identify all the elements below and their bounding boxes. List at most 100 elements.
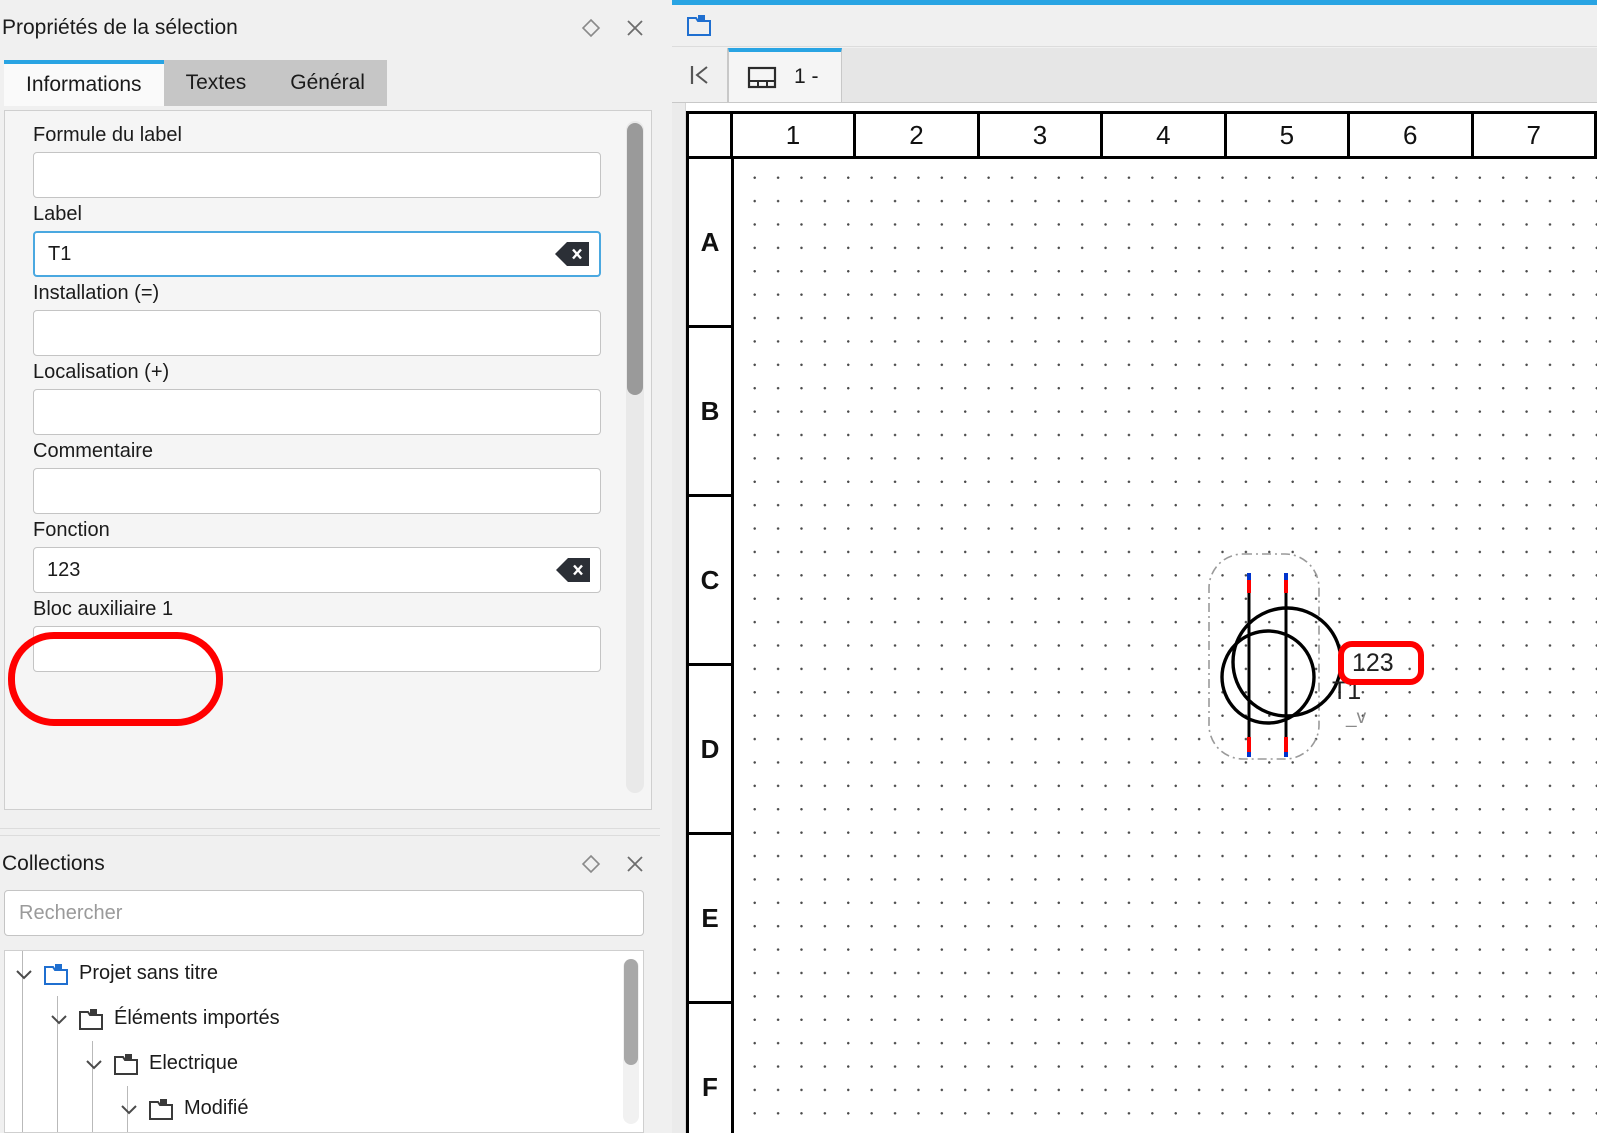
properties-form-container: Formule du label Label T1 Installation (…	[4, 110, 652, 810]
close-icon[interactable]	[624, 853, 646, 875]
installation-input[interactable]	[33, 310, 601, 356]
label-input[interactable]: T1	[33, 231, 601, 277]
folder-icon	[44, 963, 68, 985]
row-header-A: A	[689, 159, 731, 328]
field-label: Label T1	[15, 198, 603, 277]
chevron-down-icon[interactable]	[46, 1006, 72, 1032]
grid-canvas[interactable]: T1 _v 123	[734, 159, 1597, 1133]
label-value: T1	[48, 242, 72, 265]
column-header-3: 3	[980, 114, 1104, 156]
properties-scrollbar-thumb[interactable]	[627, 123, 643, 395]
diamond-icon[interactable]	[580, 853, 602, 875]
diamond-icon[interactable]	[580, 17, 602, 39]
tree-item-label: Electrique	[149, 1052, 238, 1074]
field-bloc-auxiliaire-1: Bloc auxiliaire 1	[15, 593, 603, 672]
fonction-value: 123	[47, 558, 81, 581]
canvas-vertical-scrollbar[interactable]	[672, 103, 686, 1133]
canvas-viewport[interactable]: 1 2 3 4 5 6 7 A B C D E F T1 _v 123	[672, 103, 1597, 1133]
sheet-corner-cell	[686, 114, 733, 156]
column-header-4: 4	[1103, 114, 1227, 156]
search-input[interactable]: Rechercher	[4, 890, 644, 936]
field-formule-du-label: Formule du label	[15, 119, 603, 198]
row-header-C: C	[689, 497, 731, 666]
collections-panel: Collections Rechercher Projet sans titre…	[0, 836, 660, 1133]
field-label-bloc-auxiliaire-1: Bloc auxiliaire 1	[33, 598, 174, 620]
folder-icon	[79, 1008, 103, 1030]
tab-general[interactable]: Général	[268, 60, 387, 106]
column-header-1: 1	[733, 114, 857, 156]
field-label-installation: Installation (=)	[33, 282, 160, 304]
chevron-right-icon[interactable]	[116, 1096, 142, 1122]
editor-toolbar	[672, 5, 1597, 47]
properties-panel-title: Propriétés de la sélection	[2, 16, 238, 39]
commentaire-input[interactable]	[33, 468, 601, 514]
properties-scrollbar[interactable]	[626, 121, 644, 793]
field-installation: Installation (=)	[15, 277, 603, 356]
search-placeholder: Rechercher	[19, 901, 123, 924]
collections-tree-scrollbar[interactable]	[623, 959, 639, 1124]
row-header-B: B	[689, 328, 731, 497]
properties-form: Formule du label Label T1 Installation (…	[15, 119, 603, 799]
symbol-function-text[interactable]: 123	[1352, 649, 1394, 678]
properties-tabbar: Informations Textes Général	[0, 56, 660, 106]
chevron-down-icon[interactable]	[81, 1051, 107, 1077]
document-tab-1[interactable]: 1 -	[728, 48, 842, 102]
properties-panel: Propriétés de la sélection Informations …	[0, 0, 660, 828]
row-header-D: D	[689, 666, 731, 835]
column-header-5: 5	[1227, 114, 1351, 156]
dock-splitter[interactable]	[0, 828, 660, 836]
symbol-layer: T1 _v 123	[734, 159, 1597, 1133]
folder-icon	[114, 1053, 138, 1075]
tree-item-label: Modifié	[184, 1097, 249, 1119]
properties-panel-buttons	[580, 17, 646, 39]
tree-item-elements-importes[interactable]: Éléments importés	[5, 996, 643, 1041]
close-icon[interactable]	[624, 17, 646, 39]
column-header-7: 7	[1474, 114, 1597, 156]
symbol-secondary-text[interactable]: _v	[1346, 707, 1366, 729]
tab-textes[interactable]: Textes	[163, 60, 269, 106]
field-localisation: Localisation (+)	[15, 356, 603, 435]
collections-tree: Projet sans titre Éléments importés Elec…	[4, 950, 644, 1133]
tab-informations-label: Informations	[26, 73, 142, 96]
tree-item-electrique[interactable]: Electrique	[5, 1041, 643, 1086]
formule-du-label-input[interactable]	[33, 152, 601, 198]
clear-icon[interactable]	[555, 242, 589, 266]
document-tab-1-label: 1 -	[794, 65, 819, 88]
field-label-formule-du-label: Formule du label	[33, 124, 182, 146]
row-header-E: E	[689, 835, 731, 1004]
column-header-row: 1 2 3 4 5 6 7	[686, 111, 1597, 159]
collections-tree-scrollbar-thumb[interactable]	[624, 959, 638, 1065]
column-header-2: 2	[856, 114, 980, 156]
symbol-label-text[interactable]: T1	[1332, 677, 1361, 706]
tree-item-label: Projet sans titre	[79, 962, 218, 984]
collections-panel-titlebar: Collections	[0, 836, 660, 892]
properties-panel-titlebar: Propriétés de la sélection	[0, 0, 660, 56]
tab-textes-label: Textes	[185, 71, 247, 94]
collapse-panel-icon[interactable]	[672, 48, 728, 102]
localisation-input[interactable]	[33, 389, 601, 435]
collections-panel-buttons	[580, 853, 646, 875]
left-dock-column: Propriétés de la sélection Informations …	[0, 0, 660, 1133]
fonction-input[interactable]: 123	[33, 547, 601, 593]
tree-item-label: Éléments importés	[114, 1007, 280, 1029]
row-header-column: A B C D E F	[686, 159, 734, 1133]
tree-item-modifie[interactable]: Modifié	[5, 1086, 643, 1131]
collapse-left-icon	[690, 66, 708, 84]
tab-general-label: Général	[290, 71, 365, 94]
field-label-localisation: Localisation (+)	[33, 361, 170, 383]
document-tabbar: 1 -	[672, 48, 1597, 103]
sheet-icon	[747, 66, 777, 88]
column-header-6: 6	[1350, 114, 1474, 156]
drawing-sheet: 1 2 3 4 5 6 7 A B C D E F T1 _v 123	[686, 111, 1597, 1133]
application-window: Propriétés de la sélection Informations …	[0, 0, 1597, 1133]
field-label-fonction: Fonction	[33, 519, 110, 541]
collections-panel-title: Collections	[2, 852, 105, 875]
tab-informations[interactable]: Informations	[4, 60, 164, 106]
editor-area: 1 - 1 2 3 4 5 6 7 A B C D E F T1 _v 123	[660, 0, 1597, 1133]
folder-icon	[149, 1098, 173, 1120]
chevron-down-icon[interactable]	[11, 961, 37, 987]
clear-icon[interactable]	[556, 558, 590, 582]
tree-item-projet-sans-titre[interactable]: Projet sans titre	[5, 951, 643, 996]
bloc-auxiliaire-1-input[interactable]	[33, 626, 601, 672]
open-folder-icon[interactable]	[686, 14, 712, 38]
